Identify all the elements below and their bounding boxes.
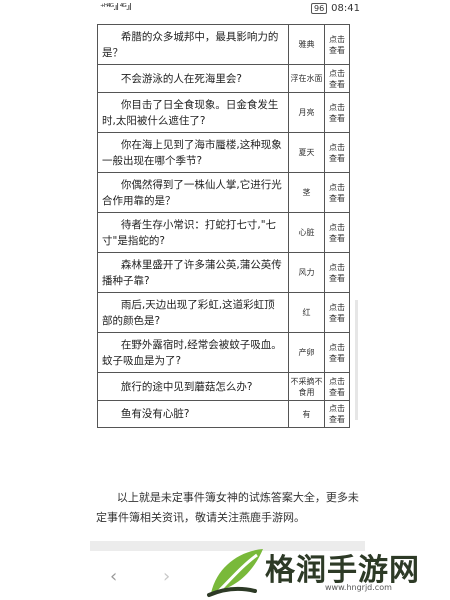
question-text: 待者生存小常识：打蛇打七寸,"七寸"是指蛇的?	[102, 218, 277, 247]
view-answer-label-1: 点击	[329, 102, 345, 112]
question-cell: 你在海上见到了海市蜃楼,这种现象一般出现在哪个季节?	[97, 132, 289, 173]
view-answer-label-1: 点击	[329, 68, 345, 78]
answer-table: 希腊的众多城邦中，最具影响力的是？ 雅典 点击 查看 不会游泳的人在死海里会? 浮在水面点…	[97, 24, 350, 428]
table-row: 森林里盛开了许多蒲公英,蒲公英传播种子靠? 风力 点击 查看	[97, 252, 350, 293]
view-answer-label-2: 查看	[329, 79, 345, 89]
watermark-logo: 格润手游网 www.hngrjd.com	[205, 543, 445, 600]
answer-cell: 风力	[288, 252, 325, 293]
view-answer-label-2: 查看	[329, 387, 345, 397]
view-answer-button[interactable]: 点击 查看	[324, 252, 350, 293]
leaf-logo-icon	[207, 549, 263, 597]
view-answer-label-2: 查看	[329, 45, 345, 55]
table-row: 在野外露宿时,经常会被蚊子吸血。蚊子吸血是为了? 产卵 点击 查看	[97, 332, 350, 373]
question-text: 雨后,天边出现了彩虹,这道彩虹顶部的颜色是?	[102, 298, 275, 327]
view-answer-button[interactable]: 点击 查看	[324, 172, 350, 213]
table-row: 鱼有没有心脏? 有点击查看	[97, 400, 350, 428]
answer-cell: 月亮	[288, 92, 325, 133]
view-answer-label-2: 查看	[329, 313, 345, 323]
view-answer-button[interactable]: 点击 查看	[324, 400, 350, 428]
table-row: 不会游泳的人在死海里会? 浮在水面 点击 查看	[97, 64, 350, 93]
table-row: 旅行的途中见到蘑菇怎么办? 不采摘不食用 点击 查看	[97, 372, 350, 401]
status-bar: ⁺ᴴ⁴ᴳ.ıl ⁴ᴳ.ıl 96 08:41	[100, 0, 360, 16]
question-cell: 鱼有没有心脏?	[97, 400, 289, 428]
view-answer-label-1: 点击	[329, 404, 345, 413]
answer-cell: 产卵	[288, 332, 325, 373]
view-answer-button[interactable]: 点击 查看	[324, 92, 350, 133]
question-cell: 你目击了日全食现象。日金食发生时,太阳被什么遮住了?	[97, 92, 289, 133]
question-text: 森林里盛开了许多蒲公英,蒲公英传播种子靠?	[102, 258, 282, 287]
view-answer-label-2: 查看	[329, 193, 345, 203]
question-cell: 不会游泳的人在死海里会?	[97, 64, 289, 93]
question-text: 在野外露宿时,经常会被蚊子吸血。蚊子吸血是为了?	[102, 338, 282, 367]
scrollbar[interactable]	[355, 300, 358, 420]
signal-icon: ⁺ᴴ⁴ᴳ.ıl ⁴ᴳ.ıl	[100, 3, 132, 13]
answer-cell: 浮在水面	[288, 64, 325, 93]
table-row: 希腊的众多城邦中，最具影响力的是？ 雅典 点击 查看	[97, 24, 350, 65]
view-answer-button[interactable]: 点击 查看	[324, 212, 350, 253]
table-row: 你目击了日全食现象。日金食发生时,太阳被什么遮住了? 月亮 点击 查看	[97, 92, 350, 133]
view-answer-button[interactable]: 点击 查看	[324, 132, 350, 173]
answer-cell: 心脏	[288, 212, 325, 253]
question-text: 希腊的众多城邦中，最具影响力的是？	[102, 30, 279, 59]
question-text: 不会游泳的人在死海里会?	[120, 72, 242, 85]
back-arrow-icon[interactable]: ‹	[110, 566, 117, 587]
question-text: 旅行的途中见到蘑菇怎么办?	[120, 380, 253, 393]
view-answer-button[interactable]: 点击 查看	[324, 292, 350, 333]
status-time: 08:41	[331, 2, 360, 14]
view-answer-label-1: 点击	[329, 262, 345, 272]
watermark-url: www.hngrjd.com	[325, 583, 392, 592]
question-cell: 雨后,天边出现了彩虹,这道彩虹顶部的颜色是?	[97, 292, 289, 333]
view-answer-label-1: 点击	[329, 342, 345, 352]
view-answer-label-1: 点击	[329, 142, 345, 152]
view-answer-label-2: 查看	[329, 415, 345, 424]
answer-cell: 红	[288, 292, 325, 333]
table-row: 待者生存小常识：打蛇打七寸,"七寸"是指蛇的? 心脏 点击 查看	[97, 212, 350, 253]
answer-cell: 夏天	[288, 132, 325, 173]
view-answer-label-2: 查看	[329, 273, 345, 283]
answer-table-body: 希腊的众多城邦中，最具影响力的是？ 雅典 点击 查看 不会游泳的人在死海里会? 浮在水面点…	[97, 24, 350, 428]
view-answer-label-1: 点击	[329, 376, 345, 386]
question-text: 鱼有没有心脏?	[120, 408, 190, 420]
question-cell: 希腊的众多城邦中，最具影响力的是？	[97, 24, 289, 65]
view-answer-button[interactable]: 点击 查看	[324, 372, 350, 401]
table-row: 你偶然得到了一株仙人掌,它进行光合作用靠的是？茎点击 查看	[97, 172, 350, 213]
view-answer-button[interactable]: 点击 查看	[324, 24, 350, 65]
battery-icon: 96	[310, 2, 328, 14]
answer-cell: 有	[288, 400, 325, 428]
question-cell: 你偶然得到了一株仙人掌,它进行光合作用靠的是？	[97, 172, 289, 213]
view-answer-button[interactable]: 点击 查看	[324, 64, 350, 93]
answer-cell: 雅典	[288, 24, 325, 65]
summary-text: 以上就是未定事件簿女神的试炼答案大全，更多未定事件簿相关资讯，敬请关注燕鹿手游网…	[96, 491, 359, 524]
forward-arrow-icon[interactable]: ›	[163, 566, 170, 587]
view-answer-label-1: 点击	[329, 302, 345, 312]
table-row: 你在海上见到了海市蜃楼,这种现象一般出现在哪个季节? 夏天 点击 查看	[97, 132, 350, 173]
view-answer-label-2: 查看	[329, 233, 345, 243]
view-answer-label-2: 查看	[329, 153, 345, 163]
question-cell: 在野外露宿时,经常会被蚊子吸血。蚊子吸血是为了?	[97, 332, 289, 373]
question-text: 你目击了日全食现象。日金食发生时,太阳被什么遮住了?	[102, 98, 279, 127]
table-row: 雨后,天边出现了彩虹,这道彩虹顶部的颜色是? 红点击 查看	[97, 292, 350, 333]
question-cell: 待者生存小常识：打蛇打七寸,"七寸"是指蛇的?	[97, 212, 289, 253]
question-cell: 旅行的途中见到蘑菇怎么办?	[97, 372, 289, 401]
answer-cell: 不采摘不食用	[288, 372, 325, 401]
question-text: 你偶然得到了一株仙人掌,它进行光合作用靠的是？	[102, 178, 282, 207]
answer-cell: 茎	[288, 172, 325, 213]
view-answer-label-1: 点击	[329, 222, 345, 232]
view-answer-label-1: 点击	[329, 34, 345, 44]
view-answer-button[interactable]: 点击 查看	[324, 332, 350, 373]
view-answer-label-2: 查看	[329, 353, 345, 363]
question-cell: 森林里盛开了许多蒲公英,蒲公英传播种子靠?	[97, 252, 289, 293]
view-answer-label-1: 点击	[329, 182, 345, 192]
view-answer-label-2: 查看	[329, 113, 345, 123]
question-text: 你在海上见到了海市蜃楼,这种现象一般出现在哪个季节?	[102, 138, 282, 167]
